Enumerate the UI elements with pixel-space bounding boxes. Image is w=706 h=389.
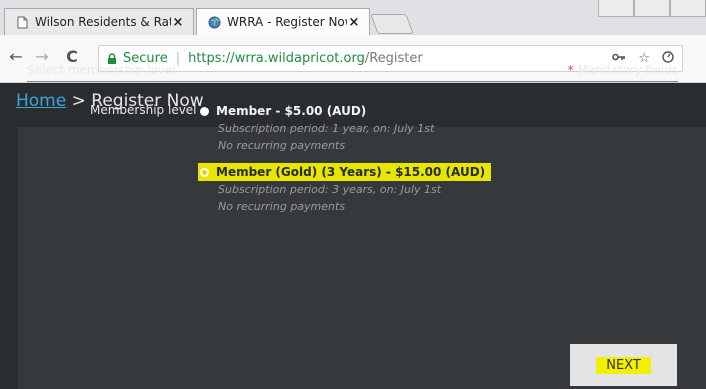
close-tab-icon[interactable]: × (347, 15, 361, 30)
option-header: Member - $5.00 (AUD) (200, 102, 434, 120)
maximize-button[interactable] (634, 0, 670, 17)
radio-button-gold[interactable] (200, 167, 209, 177)
globe-icon (207, 15, 221, 29)
option-period: Subscription period: 1 year, on: July 1s… (218, 122, 435, 135)
document-icon (15, 15, 29, 29)
close-tab-icon[interactable]: × (171, 15, 185, 30)
address-separator: | (175, 51, 181, 66)
next-button[interactable]: NEXT (570, 344, 677, 386)
option-title: Member (Gold) (3 Years) - $15.00 (AUD) (216, 165, 486, 179)
option-title: Member - $5.00 (AUD) (216, 104, 367, 118)
membership-level-label: Membership level (90, 103, 197, 117)
window-controls (556, 0, 706, 18)
option-period: Subscription period: 3 years, on: July 1… (218, 183, 442, 196)
membership-option-member[interactable]: Member - $5.00 (AUD) Subscription period… (200, 102, 434, 154)
minimize-button[interactable] (598, 0, 634, 17)
section-divider (27, 81, 678, 82)
option-recurring: No recurring payments (218, 200, 346, 213)
new-tab-button[interactable] (370, 14, 414, 34)
mandatory-label: Mandatory fields (577, 63, 678, 77)
tab-title: WRRA - Register Now (227, 15, 347, 29)
url-host: https://wrra.wildapricot.org (188, 51, 365, 66)
breadcrumb-home-link[interactable]: Home (16, 91, 66, 111)
section-title: Select membership level (27, 63, 176, 77)
back-button[interactable]: ← (6, 47, 26, 66)
tab-title: Wilson Residents & Rate (35, 15, 171, 29)
radio-button-member[interactable] (200, 106, 209, 116)
mandatory-star: * (567, 63, 574, 77)
browser-tab-wrra-register[interactable]: WRRA - Register Now × (196, 8, 370, 35)
mandatory-fields-note: * Mandatory fields (568, 63, 678, 77)
browser-tab-wilson-residents[interactable]: Wilson Residents & Rate × (4, 8, 194, 35)
browser-tab-strip: Wilson Residents & Rate × WRRA - Registe… (0, 0, 706, 35)
next-button-label: NEXT (596, 356, 651, 374)
option-header: Member (Gold) (3 Years) - $15.00 (AUD) (198, 163, 492, 181)
breadcrumb-separator: > (71, 91, 86, 111)
close-window-button[interactable] (670, 0, 706, 17)
membership-option-gold[interactable]: Member (Gold) (3 Years) - $15.00 (AUD) S… (198, 163, 492, 215)
url-path: /Register (364, 51, 423, 66)
option-recurring: No recurring payments (218, 139, 346, 152)
